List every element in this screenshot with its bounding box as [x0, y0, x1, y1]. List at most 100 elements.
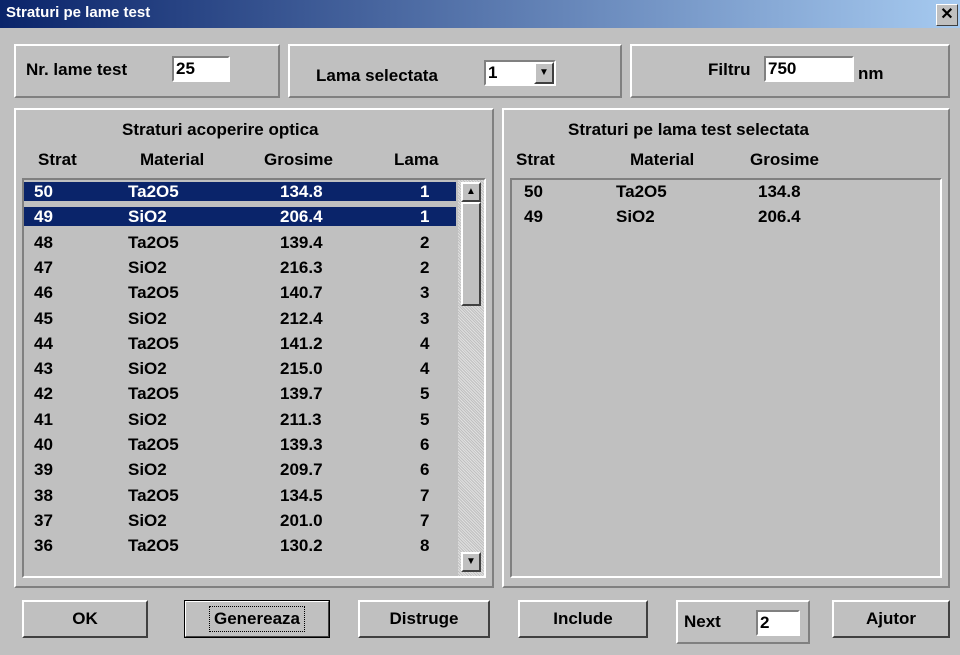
table-cell: Ta2O5 — [128, 536, 179, 556]
table-cell: 49 — [34, 207, 53, 227]
table-cell: 50 — [524, 182, 543, 201]
table-row[interactable]: 46 Ta2O5 140.7 3 — [24, 283, 456, 302]
right-layer-list[interactable]: 50 Ta2O5 134.8 49 SiO2 206.4 — [510, 178, 942, 578]
nr-lame-input[interactable]: 25 — [172, 56, 230, 82]
ajutor-button[interactable]: Ajutor — [832, 600, 950, 638]
table-row[interactable]: 50 Ta2O5 134.8 1 — [24, 182, 456, 201]
chevron-down-icon[interactable]: ▼ — [534, 62, 554, 84]
table-cell: 7 — [420, 510, 430, 530]
table-cell: 134.5 — [280, 485, 323, 505]
table-row[interactable]: 41 SiO2 211.3 5 — [24, 410, 456, 429]
table-cell: 6 — [420, 460, 430, 480]
table-cell: 39 — [34, 460, 53, 480]
table-cell: 134.8 — [280, 182, 323, 201]
table-row[interactable]: 42 Ta2O5 139.7 5 — [24, 384, 456, 403]
scroll-down-icon[interactable]: ▼ — [461, 552, 481, 572]
table-cell: 45 — [34, 308, 53, 328]
table-row[interactable]: 48 Ta2O5 139.4 2 — [24, 233, 456, 252]
filtru-label: Filtru — [708, 60, 751, 79]
distruge-button[interactable]: Distruge — [358, 600, 490, 638]
table-cell: 5 — [420, 384, 430, 404]
nr-lame-label: Nr. lame test — [26, 60, 128, 79]
table-row[interactable]: 40 Ta2O5 139.3 6 — [24, 435, 456, 454]
table-cell: 8 — [420, 536, 430, 556]
table-cell: 134.8 — [758, 182, 801, 201]
left-header-material: Material — [140, 150, 205, 169]
table-cell: 4 — [420, 359, 430, 379]
table-cell: SiO2 — [128, 308, 167, 328]
scroll-thumb[interactable] — [461, 202, 481, 306]
table-cell: 4 — [420, 333, 430, 353]
table-cell: 2 — [420, 257, 430, 277]
include-button[interactable]: Include — [518, 600, 648, 638]
table-cell: 37 — [34, 510, 53, 530]
left-panel: Straturi acoperire optica Strat Material… — [14, 108, 494, 588]
left-layer-list[interactable]: 50 Ta2O5 134.8 1 49 SiO2 206.4 1 4 8 Ta2O5 139.4 2 4 7… — [22, 178, 486, 578]
next-value-input[interactable]: 2 — [756, 610, 800, 636]
title-bar: Straturi pe lame test ✕ — [0, 0, 960, 28]
next-button[interactable]: Next — [684, 612, 721, 632]
table-cell: 50 — [34, 182, 53, 201]
left-scrollbar[interactable]: ▲ ▼ — [458, 180, 484, 576]
table-cell: Ta2O5 — [128, 283, 179, 303]
close-icon[interactable]: ✕ — [936, 4, 958, 26]
table-cell: Ta2O5 — [128, 384, 179, 404]
table-row[interactable]: 43 SiO2 215.0 4 — [24, 359, 456, 378]
table-cell: SiO2 — [128, 257, 167, 277]
table-cell: 2 — [420, 232, 430, 252]
table-row[interactable]: 44 Ta2O5 141.2 4 — [24, 334, 456, 353]
filtru-group: Filtru 750 nm — [630, 44, 950, 98]
table-cell: SiO2 — [128, 359, 167, 379]
table-cell: SiO2 — [616, 207, 655, 227]
table-cell: 49 — [524, 207, 543, 227]
table-cell: Ta2O5 — [128, 182, 179, 201]
table-row[interactable]: 37 SiO2 201.0 7 — [24, 511, 456, 530]
table-cell: 36 — [34, 536, 53, 556]
table-cell: 216.3 — [280, 257, 323, 277]
table-cell: 46 — [34, 283, 53, 303]
left-header-lama: Lama — [394, 150, 439, 169]
scroll-up-icon[interactable]: ▲ — [461, 182, 481, 202]
table-cell: 139.3 — [280, 435, 323, 454]
table-cell: SiO2 — [128, 409, 167, 429]
table-cell: 140.7 — [280, 283, 323, 303]
nr-lame-group: Nr. lame test 25 — [14, 44, 280, 98]
table-cell: 209.7 — [280, 460, 323, 480]
table-cell: 206.4 — [758, 207, 801, 227]
genereaza-button[interactable]: Genereaza — [184, 600, 330, 638]
table-cell: 206.4 — [280, 207, 323, 227]
table-cell: 201.0 — [280, 510, 323, 530]
table-cell: 44 — [34, 333, 53, 353]
left-header-strat: Strat — [38, 150, 77, 169]
table-cell: 139.4 — [280, 232, 323, 252]
right-panel-title: Straturi pe lama test selectata — [568, 120, 809, 139]
table-row[interactable]: 50 Ta2O5 134.8 — [512, 182, 940, 201]
table-row[interactable]: 47 SiO2 216.3 2 — [24, 258, 456, 277]
table-row[interactable]: 39 SiO2 209.7 6 — [24, 460, 456, 479]
left-panel-title: Straturi acoperire optica — [122, 120, 319, 139]
table-cell: Ta2O5 — [616, 182, 667, 201]
right-panel: Straturi pe lama test selectata Strat Ma… — [502, 108, 950, 588]
filtru-input[interactable]: 750 — [764, 56, 854, 82]
table-cell: 141.2 — [280, 333, 323, 353]
table-row[interactable]: 36 Ta2O5 130.2 8 — [24, 536, 456, 555]
table-cell: SiO2 — [128, 460, 167, 480]
table-cell: 6 — [420, 435, 430, 454]
table-cell: Ta2O5 — [128, 333, 179, 353]
table-cell: Ta2O5 — [128, 232, 179, 252]
table-cell: 7 — [420, 485, 430, 505]
lama-selectata-value: 1 — [488, 63, 498, 82]
table-row[interactable]: 45 SiO2 212.4 3 — [24, 309, 456, 328]
table-cell: 130.2 — [280, 536, 323, 556]
table-row[interactable]: 49 SiO2 206.4 — [512, 207, 940, 226]
ok-button[interactable]: OK — [22, 600, 148, 638]
left-header-grosime: Grosime — [264, 150, 333, 169]
table-cell: 38 — [34, 485, 53, 505]
right-header-strat: Strat — [516, 150, 555, 169]
table-cell: 1 — [420, 182, 430, 201]
table-cell: 3 — [420, 283, 430, 303]
table-row[interactable]: 49 SiO2 206.4 1 — [24, 207, 456, 227]
table-row[interactable]: 38 Ta2O5 134.5 7 — [24, 486, 456, 505]
lama-selectata-label: Lama selectata — [316, 66, 438, 85]
table-cell: 139.7 — [280, 384, 323, 404]
